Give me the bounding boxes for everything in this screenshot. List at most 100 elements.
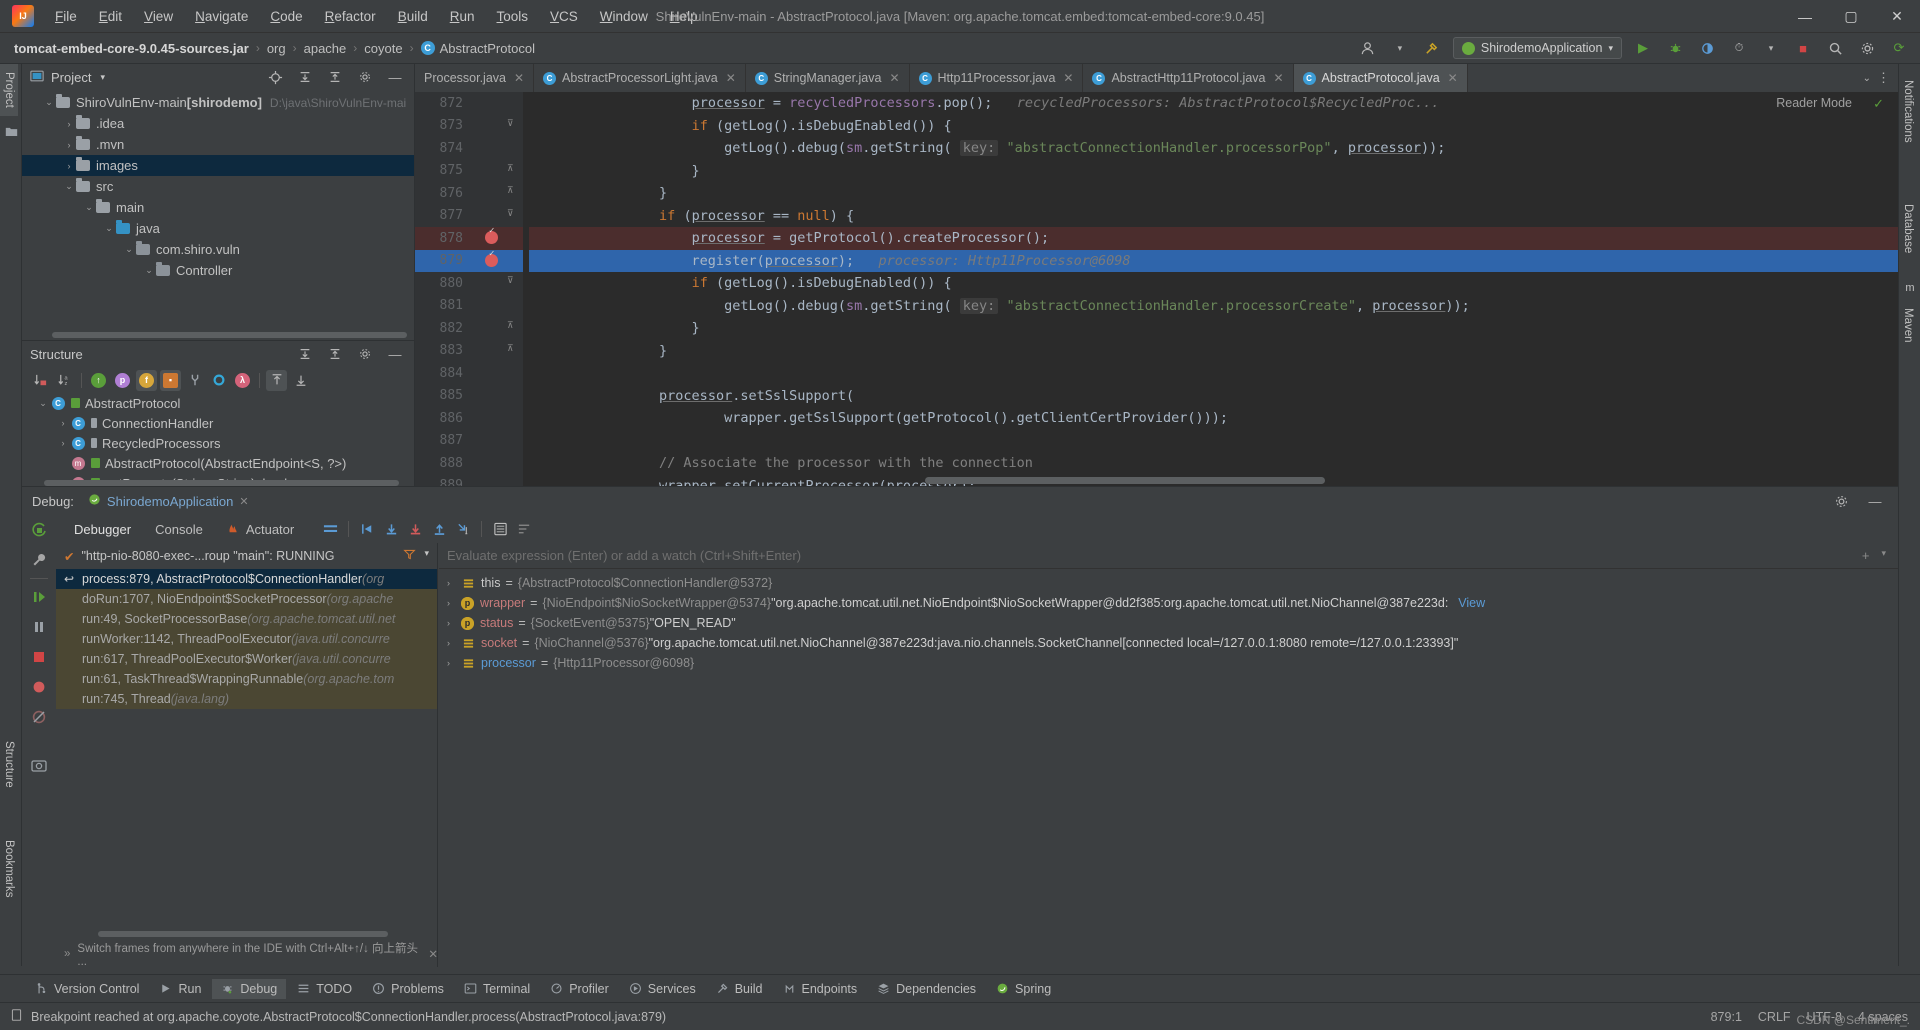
chevron-right-icon[interactable]: ›	[447, 618, 461, 628]
chevron-right-icon[interactable]: ›	[447, 658, 461, 668]
toolwindow-dependencies[interactable]: Dependencies	[868, 979, 985, 999]
toolwindow-build[interactable]: Build	[707, 979, 772, 999]
evaluate-expression-bar[interactable]: Evaluate expression (Enter) or add a wat…	[439, 543, 1898, 569]
breadcrumb-item-3[interactable]: coyote	[364, 41, 402, 56]
gutter-line[interactable]: 873 ⊽	[415, 115, 523, 138]
show-interfaces-icon[interactable]	[208, 370, 229, 391]
close-button[interactable]: ✕	[1874, 0, 1920, 33]
step-into-icon[interactable]	[403, 517, 427, 541]
mute-breakpoints-icon[interactable]	[22, 702, 56, 732]
menu-navigate[interactable]: Navigate	[184, 5, 259, 28]
editor-gutter[interactable]: 872873⊽874875⊼876⊼877⊽878879880⊽881882⊼8…	[415, 92, 523, 486]
run-to-cursor-icon[interactable]	[451, 517, 475, 541]
tab-debugger[interactable]: Debugger	[62, 518, 143, 545]
breadcrumb-item-2[interactable]: apache	[304, 41, 347, 56]
frames-hscrollbar[interactable]	[98, 931, 388, 937]
gutter-line[interactable]: 878	[415, 226, 523, 250]
stack-frame-row[interactable]: doRun:1707, NioEndpoint$SocketProcessor …	[56, 589, 437, 609]
collapse-all-icon[interactable]	[324, 66, 346, 88]
reader-mode-label[interactable]: Reader Mode	[1776, 96, 1852, 110]
close-icon[interactable]: ✕	[1273, 71, 1283, 85]
expand-all-icon[interactable]	[294, 343, 316, 365]
editor-tab-abstracthttp11protocol[interactable]: C AbstractHttp11Protocol.java ✕	[1083, 64, 1294, 92]
gutter-line[interactable]: 887	[415, 430, 523, 453]
code-line[interactable]: getLog().debug(sm.getString( key: "abstr…	[529, 137, 1898, 160]
toolwindow-endpoints[interactable]: Endpoints	[774, 979, 867, 999]
sidebar-item-maven[interactable]: Maven	[1899, 300, 1917, 351]
toolwindow-problems[interactable]: Problems	[363, 979, 453, 999]
sidebar-item-m[interactable]: m	[1899, 282, 1920, 294]
pause-program-icon[interactable]	[22, 612, 56, 642]
gear-icon[interactable]	[1856, 37, 1878, 59]
stack-frame-row[interactable]: run:745, Thread (java.lang)	[56, 689, 437, 709]
gutter-line[interactable]: 883 ⊼	[415, 340, 523, 363]
rerun-icon[interactable]	[22, 515, 56, 545]
show-inherited-icon[interactable]: ↑	[88, 370, 109, 391]
editor-tab-processor[interactable]: Processor.java ✕	[415, 64, 535, 92]
sidebar-item-database[interactable]: Database	[1899, 196, 1917, 261]
code-line[interactable]: }	[529, 160, 1898, 183]
toolwindow-profiler[interactable]: Profiler	[541, 979, 618, 999]
close-icon[interactable]: ✕	[1448, 71, 1458, 85]
gutter-line[interactable]: 872	[415, 92, 523, 115]
chevron-right-icon[interactable]: ›	[56, 438, 70, 448]
stack-frame-row[interactable]: run:61, TaskThread$WrappingRunnable (org…	[56, 669, 437, 689]
menu-edit[interactable]: Edit	[88, 5, 133, 28]
editor-tab-abstractprotocol[interactable]: C AbstractProtocol.java ✕	[1293, 64, 1468, 92]
code-line[interactable]: if (getLog().isDebugEnabled()) {	[529, 115, 1898, 138]
camera-icon[interactable]	[22, 750, 56, 780]
view-link[interactable]: View	[1458, 596, 1485, 610]
build-hammer-icon[interactable]	[1421, 37, 1443, 59]
chevron-right-icon[interactable]: ›	[62, 119, 76, 129]
gutter-line[interactable]: 889	[415, 475, 523, 486]
variable-row[interactable]: › p status = {SocketEvent@5375} "OPEN_READ"	[439, 613, 1898, 633]
variables-list[interactable]: › this = {AbstractProtocol$ConnectionHandle…	[439, 569, 1898, 673]
code-line[interactable]: wrapper.getSslSupport(getProtocol().getC…	[529, 407, 1898, 430]
menu-build[interactable]: Build	[387, 5, 439, 28]
breadcrumb[interactable]: tomcat-embed-core-9.0.45-sources.jar › org…	[14, 41, 535, 56]
chevron-right-icon[interactable]: ›	[62, 140, 76, 150]
structure-item[interactable]: m AbstractProtocol(AbstractEndpoint<S, ?>…	[22, 453, 414, 473]
update-project-icon[interactable]: ⟳	[1888, 37, 1910, 59]
toolwindow-spring[interactable]: Spring	[987, 979, 1060, 999]
stop-button[interactable]: ■	[1792, 37, 1814, 59]
close-icon[interactable]: ✕	[428, 947, 438, 961]
toolwindow-version-control[interactable]: Version Control	[26, 979, 148, 999]
toolwindow-todo[interactable]: TODO	[288, 979, 361, 999]
fold-region-end-icon[interactable]: ⊼	[507, 344, 514, 354]
maximize-button[interactable]: ▢	[1828, 0, 1874, 33]
chevron-down-icon[interactable]: ▾	[100, 72, 105, 83]
chevron-down-icon[interactable]: ⌄	[42, 97, 56, 108]
project-tree-node[interactable]: ⌄ ShiroVulnEnv-main [shirodemo] D:\java\Sh…	[22, 92, 414, 113]
resume-program-icon[interactable]	[22, 582, 56, 612]
structure-item[interactable]: ⌄ C AbstractProtocol	[22, 393, 414, 413]
chevron-right-icon[interactable]: ›	[447, 578, 461, 588]
editor-tab-bar[interactable]: Processor.java ✕ C AbstractProcessorLight.j…	[415, 64, 1898, 92]
step-over-icon[interactable]	[379, 517, 403, 541]
show-execution-point-icon[interactable]	[355, 517, 379, 541]
code-line[interactable]: }	[529, 317, 1898, 340]
chevron-right-icon[interactable]: ›	[447, 598, 461, 608]
thread-selector[interactable]: ✔ "http-nio-8080-exec-...roup "main": RU…	[56, 543, 437, 569]
gear-icon[interactable]	[1830, 490, 1852, 512]
add-watch-icon[interactable]: +	[1862, 548, 1870, 563]
menu-view[interactable]: View	[133, 5, 184, 28]
hide-panel-icon[interactable]: —	[1864, 490, 1886, 512]
project-tree-node[interactable]: › .idea	[22, 113, 414, 134]
chevron-down-icon[interactable]: ⌄	[142, 265, 156, 276]
sidebar-item-structure[interactable]: Structure	[0, 733, 18, 796]
menu-window[interactable]: Window	[589, 5, 659, 28]
stack-frame-row[interactable]: run:617, ThreadPoolExecutor$Worker (java…	[56, 649, 437, 669]
run-configuration-selector[interactable]: ShirodemoApplication ▾	[1452, 37, 1622, 59]
gear-icon[interactable]	[354, 66, 376, 88]
gutter-line[interactable]: 875 ⊼	[415, 160, 523, 183]
menu-vcs[interactable]: VCS	[539, 5, 589, 28]
chevron-down-icon[interactable]: ▾	[1881, 548, 1886, 563]
chevron-down-icon[interactable]: ⌄	[82, 202, 96, 213]
project-tree-node[interactable]: ⌄ Controller	[22, 260, 414, 281]
tool-window-bar[interactable]: Version Control Run Debug TODO Problems Termi…	[0, 974, 1920, 1002]
menu-tools[interactable]: Tools	[486, 5, 540, 28]
show-fields-icon[interactable]: f	[136, 369, 157, 391]
structure-item[interactable]: › C ConnectionHandler	[22, 413, 414, 433]
debug-tab-bar[interactable]: Debugger Console Actuator	[56, 515, 1898, 545]
